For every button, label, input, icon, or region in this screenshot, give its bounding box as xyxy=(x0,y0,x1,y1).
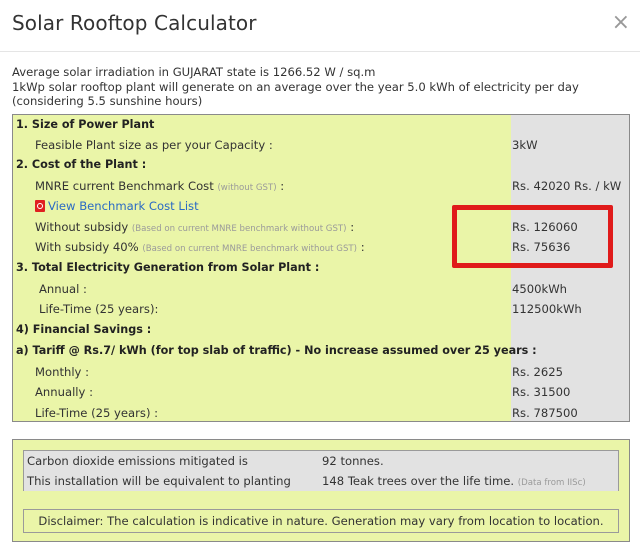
annual-generation-label: Annual : xyxy=(39,282,87,296)
calculation-table: 1. Size of Power Plant Feasible Plant si… xyxy=(12,114,630,422)
monthly-savings-label: Monthly : xyxy=(35,365,90,379)
pdf-icon xyxy=(35,200,45,212)
monthly-savings-value: Rs. 2625 xyxy=(512,365,563,379)
lifetime-generation-row: Life-Time (25 years): 112500kWh xyxy=(13,299,629,319)
savings-heading: 4) Financial Savings : xyxy=(16,323,152,336)
generation-text: 1kWp solar rooftop plant will generate o… xyxy=(12,79,579,109)
environment-table: Carbon dioxide emissions mitigated is 92… xyxy=(23,450,619,491)
lifetime-savings-value: Rs. 787500 xyxy=(512,406,578,420)
view-benchmark-link[interactable]: View Benchmark Cost List xyxy=(48,199,199,213)
dialog-title: Solar Rooftop Calculator xyxy=(12,11,257,35)
environment-panel: Carbon dioxide emissions mitigated is 92… xyxy=(12,439,630,542)
trees-label: This installation will be equivalent to … xyxy=(24,471,319,491)
trees-value-group: 148 Teak trees over the life time. (Data… xyxy=(319,471,618,491)
size-heading: 1. Size of Power Plant xyxy=(16,118,155,131)
benchmark-label: MNRE current Benchmark Cost xyxy=(35,179,214,193)
lifetime-savings-row: Life-Time (25 years) : Rs. 787500 xyxy=(13,403,629,423)
cost-heading-row: 2. Cost of the Plant : xyxy=(13,155,629,175)
benchmark-row: MNRE current Benchmark Cost (without GST… xyxy=(13,176,629,196)
dialog-header: Solar Rooftop Calculator × xyxy=(0,0,640,52)
with-subsidy-label-group: With subsidy 40% (Based on current MNRE … xyxy=(35,237,365,259)
with-subsidy-label: With subsidy 40% xyxy=(35,240,139,254)
with-subsidy-note: (Based on current MNRE benchmark without… xyxy=(142,244,357,254)
co2-row: Carbon dioxide emissions mitigated is 92… xyxy=(24,451,618,471)
disclaimer-text: Disclaimer: The calculation is indicativ… xyxy=(23,509,619,533)
trees-row: This installation will be equivalent to … xyxy=(24,471,618,491)
generation-heading: 3. Total Electricity Generation from Sol… xyxy=(16,261,320,274)
benchmark-colon: : xyxy=(280,179,285,193)
intro-text: Average solar irradiation in GUJARAT sta… xyxy=(12,65,628,109)
annual-generation-value: 4500kWh xyxy=(512,282,568,296)
without-subsidy-label: Without subsidy xyxy=(35,220,129,234)
benchmark-link-group[interactable]: View Benchmark Cost List xyxy=(35,196,199,216)
feasible-size-label: Feasible Plant size as per your Capacity… xyxy=(35,138,273,152)
benchmark-note: (without GST) xyxy=(217,183,277,193)
irradiation-text: Average solar irradiation in GUJARAT sta… xyxy=(12,65,376,79)
savings-heading-row: 4) Financial Savings : xyxy=(13,320,629,340)
lifetime-generation-value: 112500kWh xyxy=(512,302,582,316)
feasible-size-value: 3kW xyxy=(512,138,538,152)
with-subsidy-colon: : xyxy=(360,240,365,254)
annual-savings-row: Annually : Rs. 31500 xyxy=(13,382,629,402)
annual-generation-row: Annual : 4500kWh xyxy=(13,279,629,299)
lifetime-savings-label: Life-Time (25 years) : xyxy=(35,406,159,420)
feasible-size-row: Feasible Plant size as per your Capacity… xyxy=(13,135,629,155)
cost-heading: 2. Cost of the Plant : xyxy=(16,158,147,171)
cost-highlight-box xyxy=(452,205,613,268)
annual-savings-value: Rs. 31500 xyxy=(512,385,571,399)
co2-value: 92 tonnes. xyxy=(319,451,618,471)
annual-savings-label: Annually : xyxy=(35,385,93,399)
without-subsidy-colon: : xyxy=(350,220,355,234)
size-heading-row: 1. Size of Power Plant xyxy=(13,115,629,135)
without-subsidy-note: (Based on current MNRE benchmark without… xyxy=(131,224,347,234)
trees-note: (Data from IISc) xyxy=(517,478,586,488)
lifetime-generation-label: Life-Time (25 years): xyxy=(39,302,159,316)
tariff-heading-row: a) Tariff @ Rs.7/ kWh (for top slab of t… xyxy=(13,341,629,361)
trees-value: 148 Teak trees over the life time. xyxy=(322,474,515,488)
co2-label: Carbon dioxide emissions mitigated is xyxy=(24,451,319,471)
monthly-savings-row: Monthly : Rs. 2625 xyxy=(13,362,629,382)
close-icon[interactable]: × xyxy=(612,12,630,34)
without-subsidy-label-group: Without subsidy (Based on current MNRE b… xyxy=(35,217,354,239)
tariff-heading: a) Tariff @ Rs.7/ kWh (for top slab of t… xyxy=(16,344,537,357)
benchmark-value: Rs. 42020 Rs. / kW xyxy=(512,179,622,193)
benchmark-label-group: MNRE current Benchmark Cost (without GST… xyxy=(35,176,284,198)
